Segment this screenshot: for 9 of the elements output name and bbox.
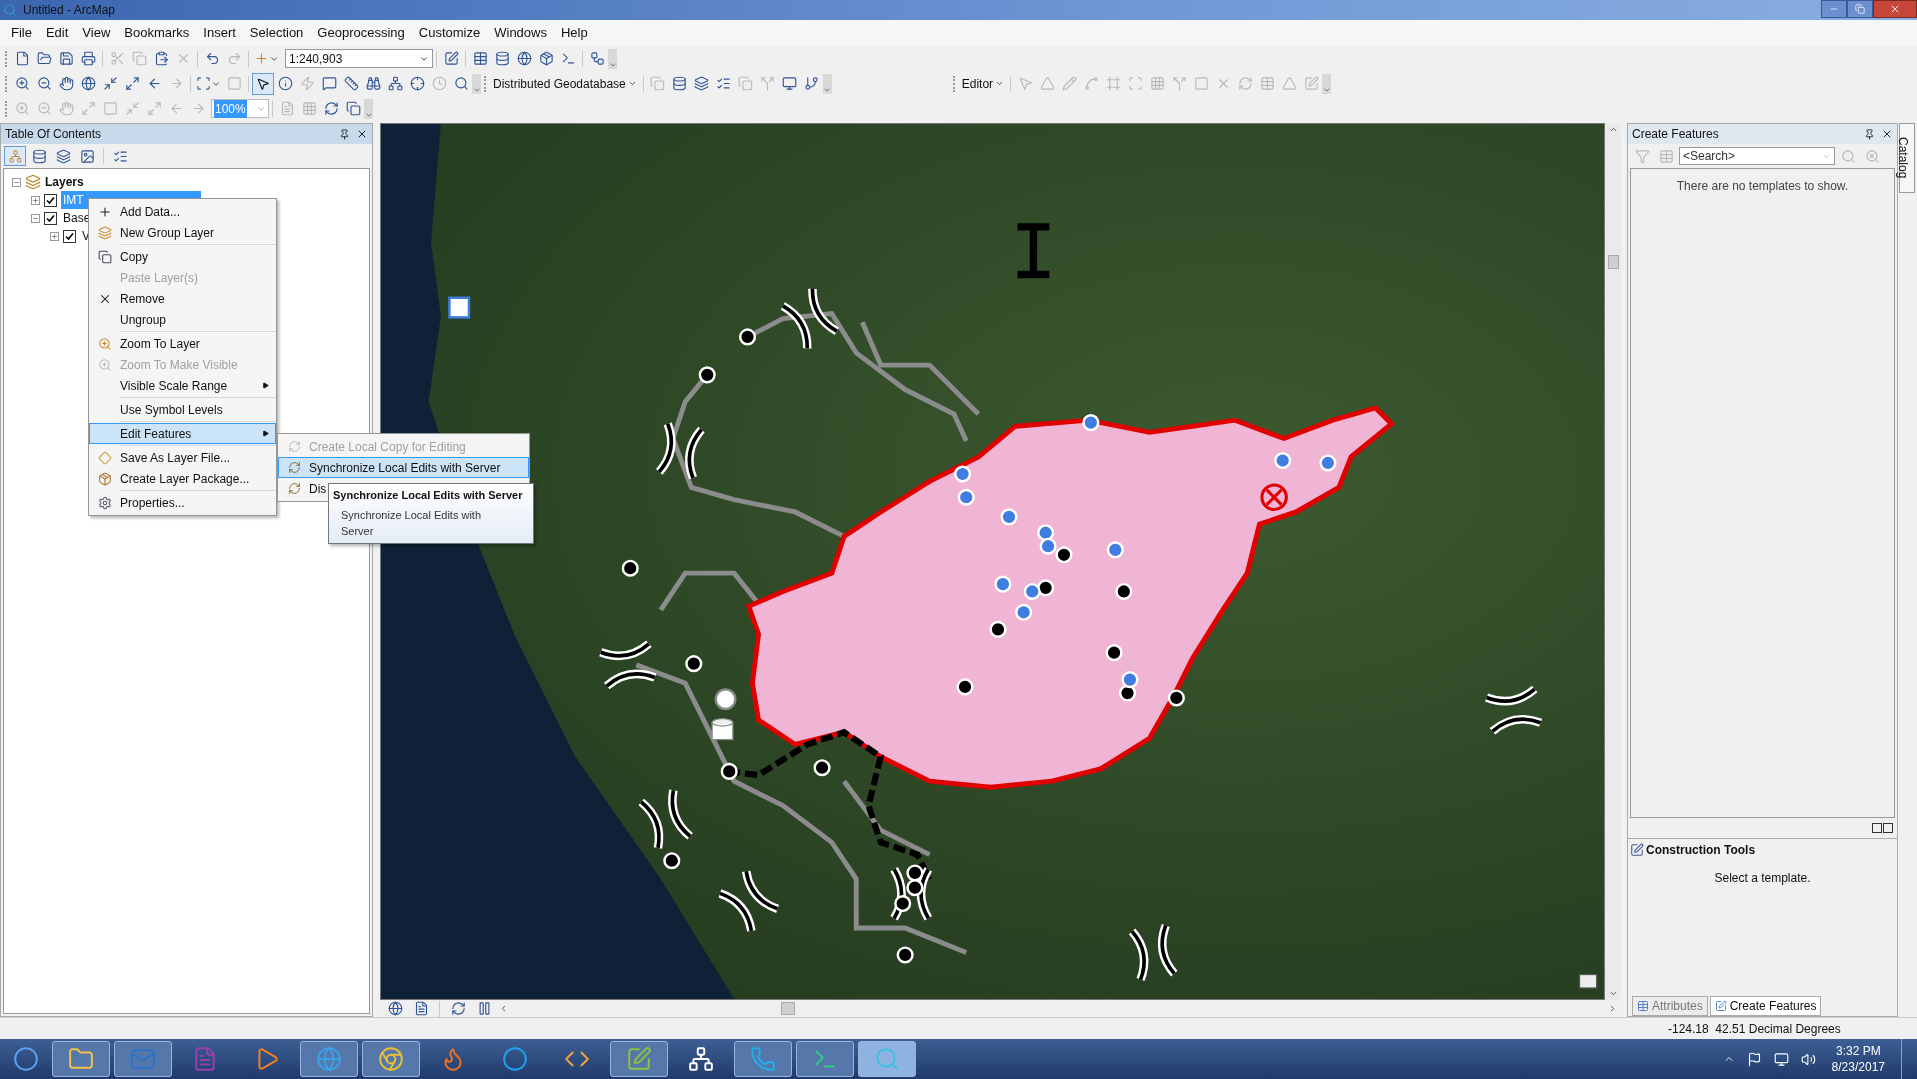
coordinates-readout: -124.18 42.51 Decimal Degrees	[1668, 1020, 1841, 1038]
empty-message: There are no templates to show.	[1676, 178, 1849, 193]
tooltip-text: Synchronize Local Edits with Server	[340, 507, 482, 539]
panel-title: Table Of Contents	[5, 126, 102, 143]
panel-title: Create Features	[1632, 126, 1719, 143]
tooltip-title: Synchronize Local Edits with Server	[333, 488, 524, 503]
window-title: Untitled - ArcMap	[23, 2, 116, 19]
section-title: Construction Tools	[1646, 842, 1756, 859]
construction-tools-message: Select a template.	[1714, 870, 1811, 887]
